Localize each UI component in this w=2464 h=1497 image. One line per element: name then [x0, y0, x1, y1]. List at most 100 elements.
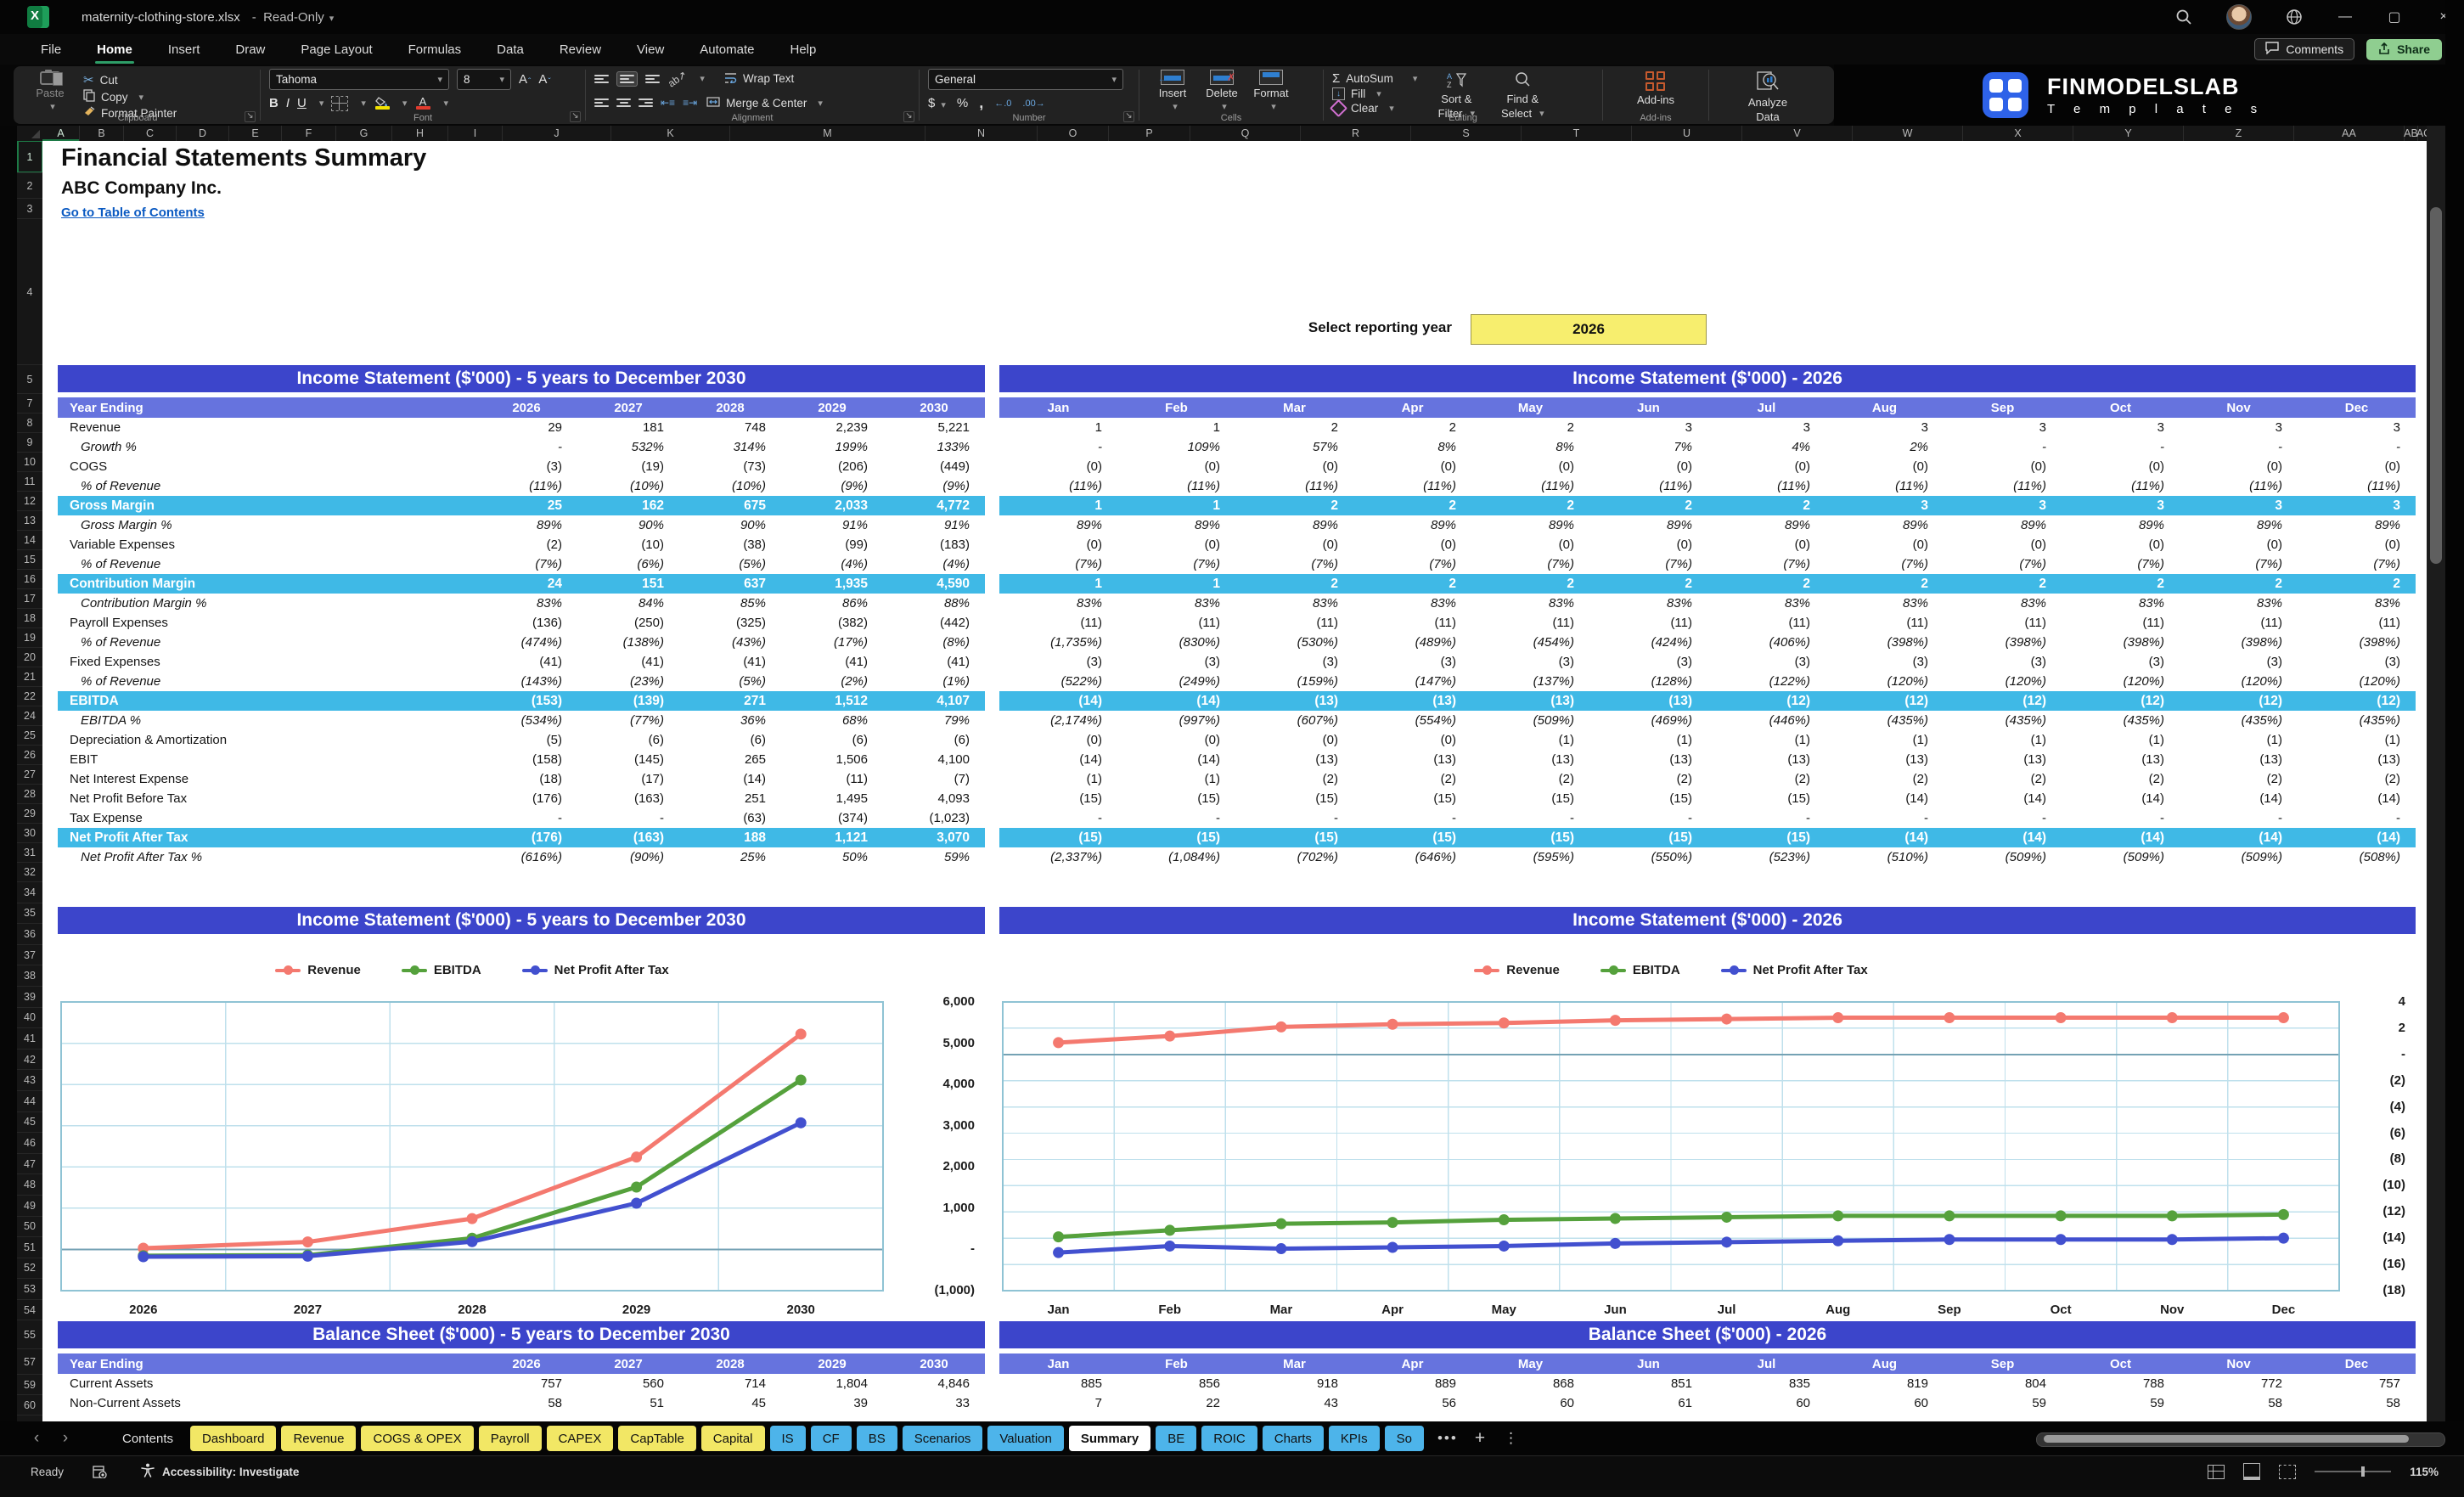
font-family-select[interactable]: Tahoma ▾ — [269, 68, 449, 90]
cell[interactable]: - — [475, 440, 577, 454]
cell[interactable]: (509%) — [1471, 713, 1589, 728]
cell[interactable]: (0) — [999, 733, 1117, 747]
horizontal-scrollbar[interactable] — [2036, 1432, 2445, 1447]
cell[interactable]: (702%) — [1235, 850, 1353, 864]
cell[interactable]: (2) — [2180, 772, 2298, 786]
cell[interactable]: 265 — [679, 752, 781, 767]
cell[interactable]: (13) — [1825, 752, 1944, 767]
cell[interactable]: 4% — [1707, 440, 1825, 454]
cell[interactable]: (90%) — [577, 850, 679, 864]
row-label[interactable]: Contribution Margin — [58, 577, 475, 592]
cell[interactable]: (11) — [1353, 616, 1471, 630]
cell[interactable]: (382) — [781, 616, 883, 630]
addins-button[interactable]: Add-ins — [1631, 70, 1680, 106]
cell[interactable]: - — [1353, 811, 1471, 825]
menu-tab-data[interactable]: Data — [495, 37, 526, 62]
cell[interactable]: 4,100 — [883, 752, 985, 767]
cell[interactable]: (534%) — [475, 713, 577, 728]
cell[interactable]: (38) — [679, 537, 781, 552]
merge-center-button[interactable]: Merge & Center ▾ — [706, 94, 823, 112]
cell[interactable]: 89% — [2062, 518, 2180, 532]
row-header-1[interactable]: 1 — [17, 141, 42, 173]
row-label[interactable]: Non-Current Assets — [58, 1396, 475, 1410]
column-header-M[interactable]: M — [730, 126, 925, 141]
align-top-icon[interactable] — [594, 74, 609, 83]
cell[interactable]: (139) — [577, 694, 679, 709]
cell[interactable]: (11) — [2180, 616, 2298, 630]
cell[interactable]: 91% — [781, 518, 883, 532]
cell[interactable]: 1,935 — [781, 577, 883, 592]
row-header-32[interactable]: 32 — [17, 863, 42, 882]
normal-view-icon[interactable] — [2208, 1464, 2225, 1479]
cell[interactable]: (1) — [1944, 733, 2062, 747]
cell[interactable]: (7%) — [475, 557, 577, 571]
cell[interactable]: (183) — [883, 537, 985, 552]
find-select-button[interactable]: Find & Select ▾ — [1495, 70, 1550, 120]
column-header-Y[interactable]: Y — [2073, 126, 2184, 141]
cell[interactable]: 2 — [1353, 420, 1471, 435]
cell[interactable]: (13) — [1471, 752, 1589, 767]
cell[interactable]: 271 — [679, 694, 781, 709]
cell[interactable]: (13) — [1471, 694, 1589, 709]
cell[interactable]: (7%) — [1117, 557, 1235, 571]
sheet-tab-contents[interactable]: Contents — [110, 1426, 185, 1451]
cell[interactable]: 1 — [1117, 498, 1235, 514]
column-header-J[interactable]: J — [503, 126, 611, 141]
cell[interactable]: (0) — [1589, 537, 1707, 552]
cell[interactable]: 3 — [1944, 420, 2062, 435]
cell[interactable]: 24 — [475, 577, 577, 592]
menu-tab-file[interactable]: File — [39, 37, 63, 62]
row-headers[interactable]: 1 2 3 4 5 7 8 9 10 11 12 13 14 15 16 17 18 19 20 21 22 24 25 26… — [17, 141, 42, 1421]
row-header-52[interactable]: 52 — [17, 1258, 42, 1280]
page-layout-view-icon[interactable] — [2243, 1463, 2261, 1480]
cell[interactable]: (0) — [1707, 537, 1825, 552]
cell[interactable]: (446%) — [1707, 713, 1825, 728]
cell[interactable]: 4,846 — [883, 1376, 985, 1391]
cell[interactable]: 89% — [1471, 518, 1589, 532]
cell[interactable]: 2 — [1707, 498, 1825, 514]
cell[interactable]: - — [1944, 440, 2062, 454]
cell[interactable]: 532% — [577, 440, 679, 454]
cell[interactable]: (7%) — [2180, 557, 2298, 571]
row-header-44[interactable]: 44 — [17, 1091, 42, 1112]
cell[interactable]: (0) — [1944, 537, 2062, 552]
row-header-36[interactable]: 36 — [17, 924, 42, 945]
cell[interactable]: 3 — [1944, 498, 2062, 514]
row-header-12[interactable]: 12 — [17, 492, 42, 511]
cell[interactable]: 68% — [781, 713, 883, 728]
row-label[interactable]: Depreciation & Amortization — [58, 733, 475, 747]
cell[interactable]: (163) — [577, 830, 679, 846]
cell[interactable]: 90% — [679, 518, 781, 532]
cell[interactable]: (0) — [1353, 459, 1471, 474]
cell[interactable]: 29 — [475, 420, 577, 435]
cell[interactable]: (14) — [1944, 791, 2062, 806]
cell[interactable]: 3 — [2298, 498, 2416, 514]
cell[interactable]: (120%) — [1825, 674, 1944, 689]
cell[interactable]: 748 — [679, 420, 781, 435]
column-header-B[interactable]: B — [80, 126, 124, 141]
cell[interactable]: (7%) — [1707, 557, 1825, 571]
cell[interactable]: - — [999, 440, 1117, 454]
cell[interactable]: (509%) — [2062, 850, 2180, 864]
cell[interactable]: (11) — [1944, 616, 2062, 630]
cell[interactable]: (0) — [1353, 537, 1471, 552]
cell[interactable]: 83% — [1353, 596, 1471, 611]
cell[interactable]: (7%) — [1825, 557, 1944, 571]
cell[interactable]: (120%) — [2062, 674, 2180, 689]
cell[interactable]: (6) — [883, 733, 985, 747]
cell[interactable]: - — [2180, 811, 2298, 825]
cell[interactable]: (15) — [1117, 830, 1235, 846]
cell[interactable]: (7%) — [1589, 557, 1707, 571]
cell[interactable]: (13) — [1235, 752, 1353, 767]
tab-options-icon[interactable]: ⋮ — [1504, 1430, 1518, 1447]
cell[interactable]: (11) — [1235, 616, 1353, 630]
row-header-34[interactable]: 34 — [17, 882, 42, 903]
cell[interactable]: (2) — [1471, 772, 1589, 786]
zoom-level[interactable]: 115% — [2410, 1466, 2439, 1478]
cell[interactable]: (0) — [1471, 537, 1589, 552]
row-header-59[interactable]: 59 — [17, 1375, 42, 1396]
cell[interactable]: (3) — [1235, 655, 1353, 669]
cell[interactable]: 89% — [2298, 518, 2416, 532]
cell[interactable]: 3,070 — [883, 830, 985, 846]
cell[interactable]: 60 — [1825, 1396, 1944, 1410]
